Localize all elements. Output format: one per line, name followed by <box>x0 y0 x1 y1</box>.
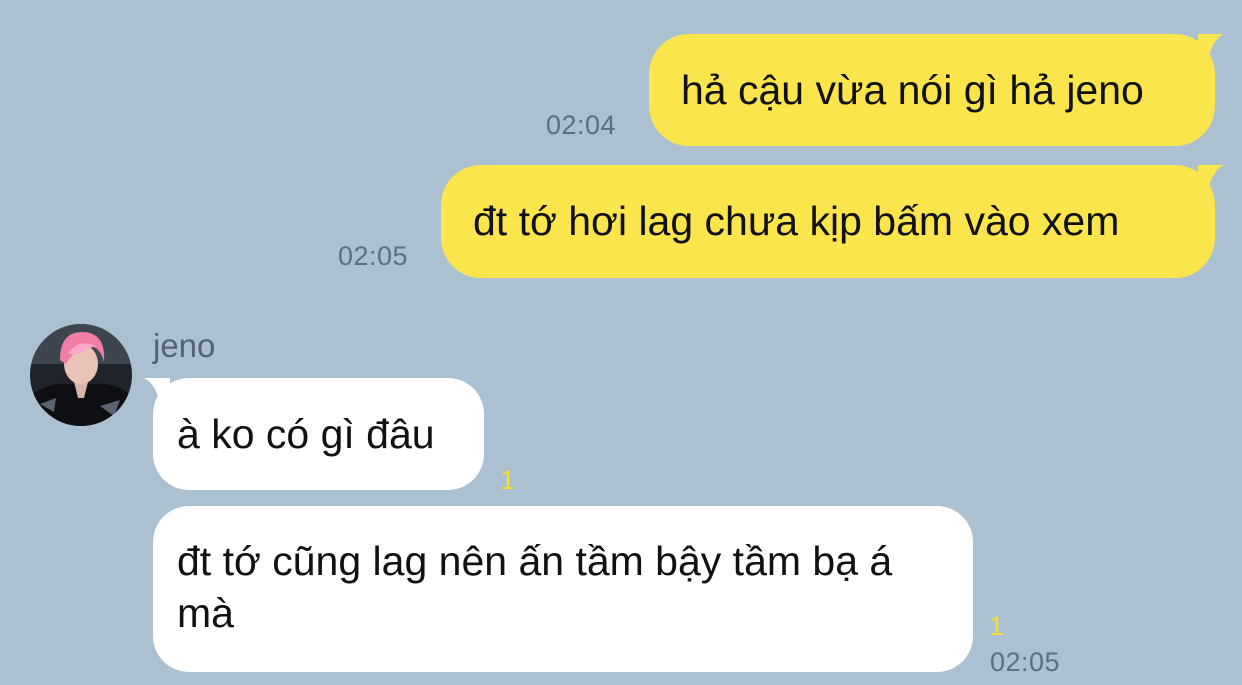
message-bubble[interactable]: đt tớ cũng lag nên ấn tầm bậy tầm bạ á m… <box>153 506 973 672</box>
avatar[interactable] <box>30 324 132 426</box>
message-text: hả cậu vừa nói gì hả jeno <box>681 66 1144 113</box>
avatar-photo-icon <box>30 324 132 426</box>
message-text: đt tớ cũng lag nên ấn tầm bậy tầm bạ á m… <box>177 538 893 636</box>
sender-name: jeno <box>153 327 216 364</box>
message-text: à ko có gì đâu <box>177 411 435 457</box>
bubble-tail-icon <box>1198 165 1224 191</box>
message-bubble[interactable]: à ko có gì đâu <box>153 378 484 490</box>
message-timestamp: 02:05 <box>338 241 409 271</box>
message-text: đt tớ hơi lag chưa kịp bấm vào xem <box>473 198 1120 244</box>
message-bubble[interactable]: hả cậu vừa nói gì hả jeno <box>649 34 1215 146</box>
message-bubble[interactable]: đt tớ hơi lag chưa kịp bấm vào xem <box>441 165 1215 278</box>
unread-count: 1 <box>989 611 1005 641</box>
chat-area: 02:04 hả cậu vừa nói gì hả jeno 02:05 đt… <box>0 0 1242 685</box>
message-timestamp: 02:04 <box>546 110 617 140</box>
bubble-tail-icon <box>1198 34 1224 60</box>
unread-count: 1 <box>500 465 516 495</box>
message-timestamp: 02:05 <box>990 647 1061 677</box>
